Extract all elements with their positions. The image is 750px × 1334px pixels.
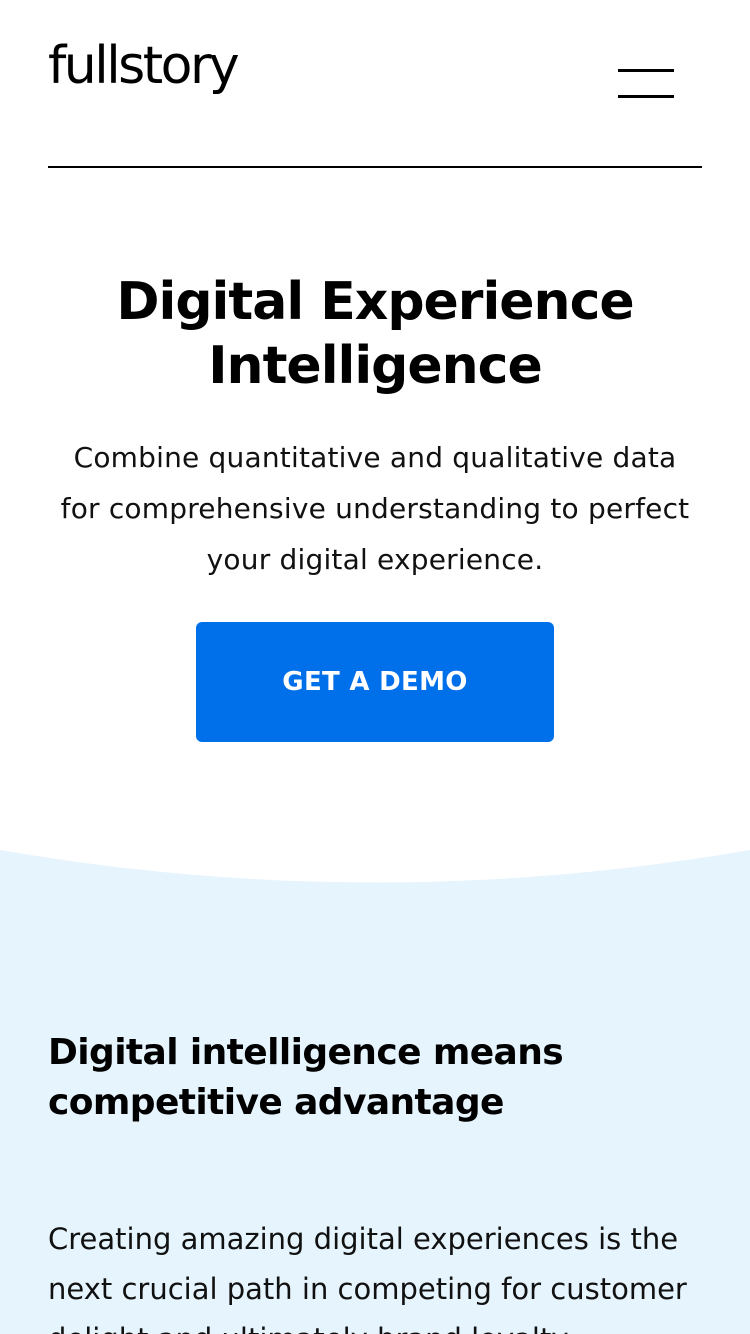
section-body-text: Creating amazing digital experiences is … bbox=[48, 1222, 687, 1334]
hero-title: Digital Experience Intelligence bbox=[116, 272, 634, 396]
section-curve-divider bbox=[0, 850, 750, 900]
hamburger-menu-icon[interactable] bbox=[612, 64, 674, 104]
site-header: fullstory bbox=[48, 0, 702, 168]
hero-section: Digital Experience Intelligence Combine … bbox=[0, 270, 750, 585]
page: fullstory Digital Experience Intelligenc… bbox=[0, 0, 750, 1334]
menu-icon-bar-top bbox=[618, 69, 674, 72]
get-a-demo-button[interactable]: GET A DEMO bbox=[196, 622, 554, 742]
hero-subtitle: Combine quantitative and qualitative dat… bbox=[60, 441, 690, 576]
section-heading: Digital intelligence means competitive a… bbox=[48, 1032, 564, 1123]
fullstory-logo[interactable]: fullstory bbox=[48, 40, 240, 92]
menu-icon-bar-bottom bbox=[618, 95, 674, 98]
